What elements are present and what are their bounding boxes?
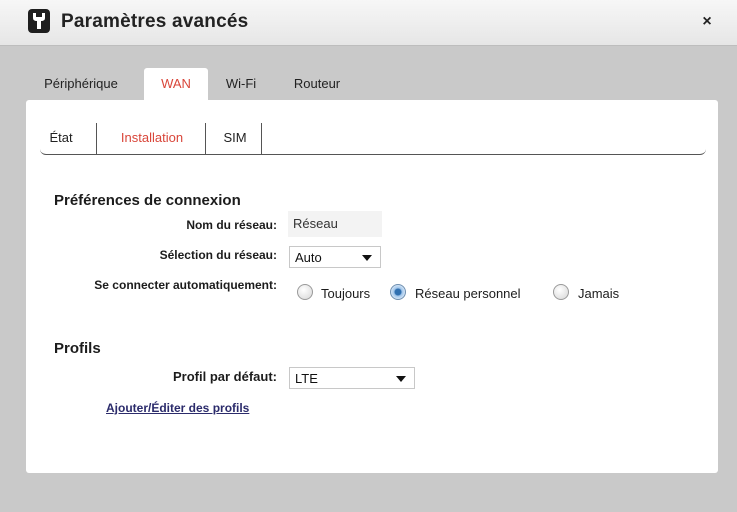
radio-label-jamais[interactable]: Jamais (578, 286, 619, 301)
tab-wifi[interactable]: Wi-Fi (218, 68, 264, 100)
subtab-divider (96, 123, 97, 154)
default-profile-select[interactable]: LTE (289, 367, 415, 389)
tab-routeur[interactable]: Routeur (285, 68, 349, 100)
subtab-sim[interactable]: SIM (212, 128, 258, 154)
subtab-installation[interactable]: Installation (102, 128, 202, 154)
tab-wan[interactable]: WAN (144, 68, 208, 100)
subtab-divider (261, 123, 262, 154)
network-name-label: Nom du réseau: (186, 218, 277, 232)
profiles-title: Profils (54, 340, 101, 357)
chevron-down-icon (362, 255, 372, 261)
chevron-down-icon (396, 376, 406, 382)
wrench-icon (28, 9, 50, 33)
network-selection-value: Auto (295, 250, 322, 265)
connection-preferences-title: Préférences de connexion (54, 192, 241, 209)
advanced-settings-dialog: Paramètres avancés × Périphérique WAN Wi… (0, 0, 737, 512)
radio-toujours[interactable] (297, 284, 313, 300)
dialog-title: Paramètres avancés (61, 11, 249, 32)
title-bar: Paramètres avancés × (0, 0, 737, 46)
radio-label-toujours[interactable]: Toujours (321, 286, 370, 301)
network-selection-label: Sélection du réseau: (159, 248, 277, 262)
subtab-etat[interactable]: État (40, 128, 82, 154)
default-profile-label: Profil par défaut: (172, 369, 277, 384)
network-name-value: Réseau (288, 211, 382, 237)
radio-jamais[interactable] (553, 284, 569, 300)
radio-label-reseau-personnel[interactable]: Réseau personnel (415, 286, 521, 301)
edit-profiles-link[interactable]: Ajouter/Éditer des profils (106, 401, 249, 415)
tab-peripherique[interactable]: Périphérique (32, 68, 130, 100)
default-profile-value: LTE (295, 371, 318, 386)
sub-tabs: État Installation SIM (40, 120, 706, 155)
network-selection-select[interactable]: Auto (289, 246, 381, 268)
auto-connect-label: Se connecter automatiquement: (94, 278, 277, 292)
subtab-divider (205, 123, 206, 154)
radio-reseau-personnel[interactable] (390, 284, 406, 300)
content-panel: État Installation SIM Préférences de con… (26, 100, 718, 473)
close-icon[interactable]: × (698, 13, 716, 31)
